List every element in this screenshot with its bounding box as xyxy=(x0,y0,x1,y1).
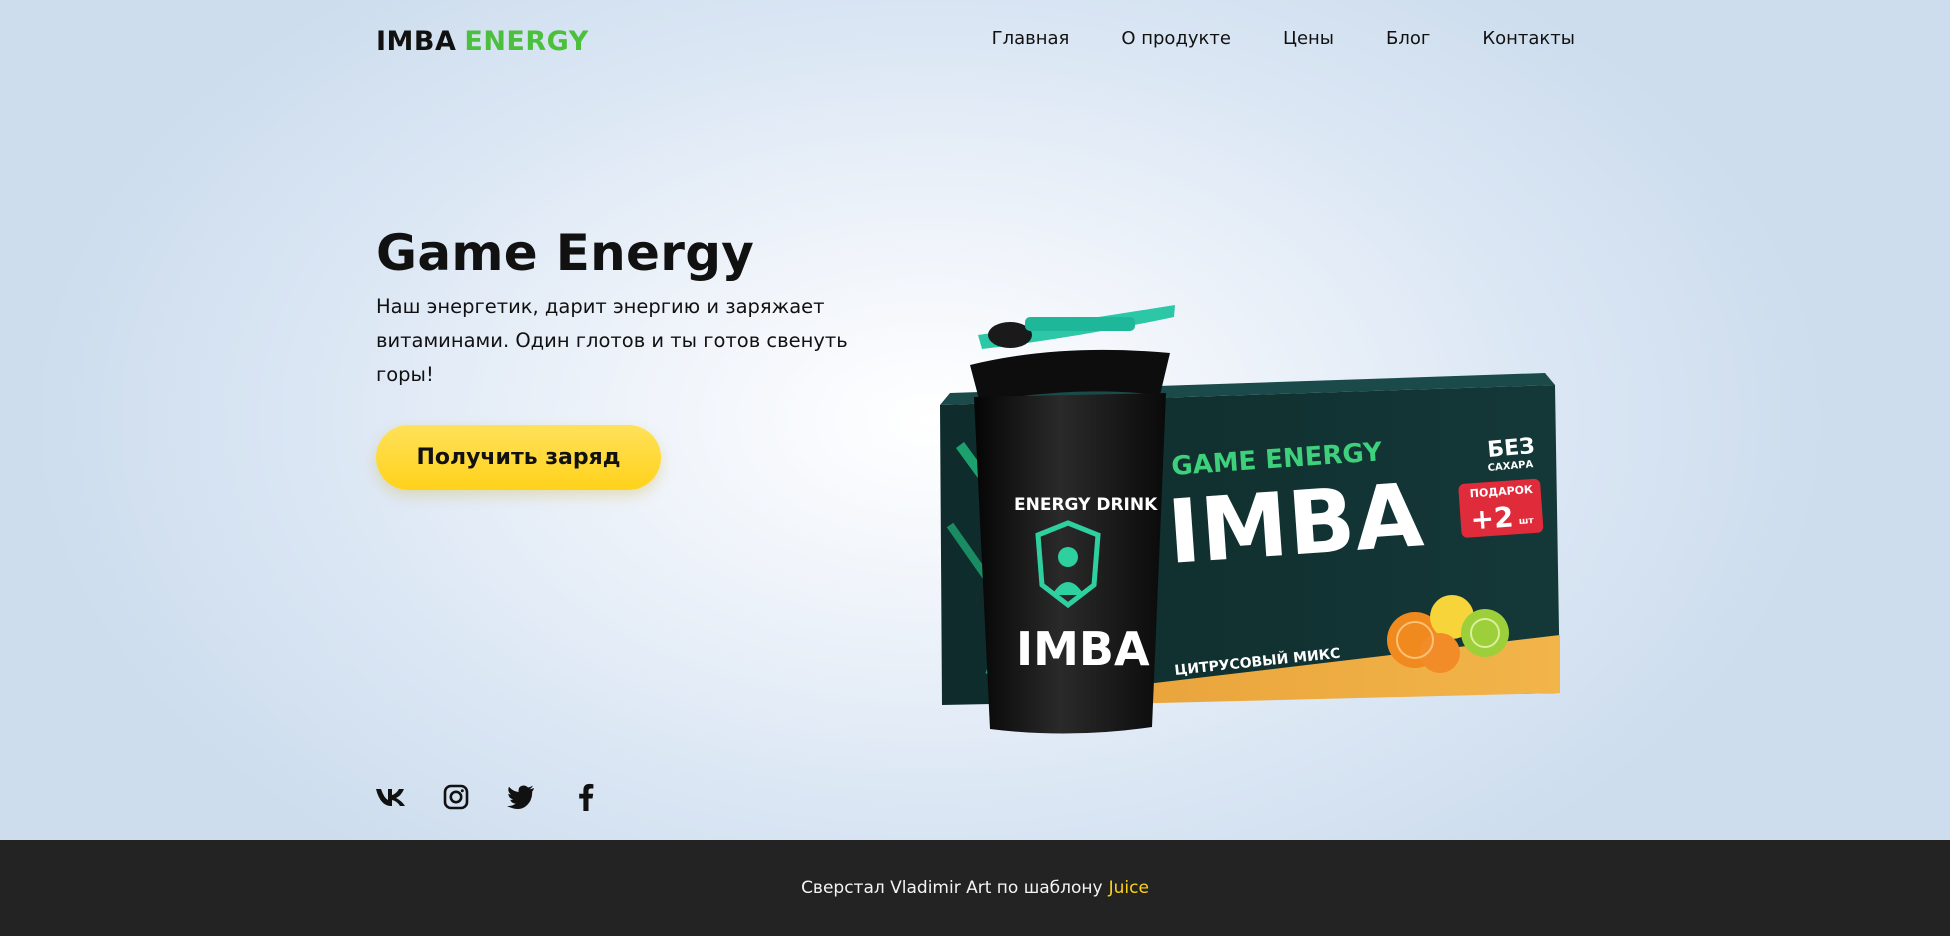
instagram-icon[interactable] xyxy=(441,782,471,812)
get-charge-button[interactable]: Получить заряд xyxy=(376,425,661,490)
nav-item-prices[interactable]: Цены xyxy=(1283,28,1334,49)
nav-item-contacts[interactable]: Контакты xyxy=(1482,28,1575,49)
footer-credit-text: Сверстал Vladimir Art по шаблону xyxy=(801,878,1103,898)
facebook-icon[interactable] xyxy=(571,782,601,812)
gift-value: +2 xyxy=(1469,500,1514,536)
nav-item-about[interactable]: О продукте xyxy=(1121,28,1231,49)
box-logo: IMBA xyxy=(1164,463,1426,584)
social-links xyxy=(376,782,601,812)
brand-logo-part1: IMBA xyxy=(376,26,457,57)
nav-item-blog[interactable]: Блог xyxy=(1386,28,1430,49)
hero-description: Наш энергетик, дарит энергию и заряжает … xyxy=(376,295,848,386)
shaker-logo: IMBA xyxy=(1016,622,1150,676)
brand-logo-part2: ENERGY xyxy=(464,26,589,57)
vk-icon[interactable] xyxy=(376,782,406,812)
brand-logo[interactable]: IMBA ENERGY xyxy=(376,26,589,57)
product-shaker: ENERGY DRINK IMBA xyxy=(970,305,1175,734)
hero-title: Game Energy xyxy=(376,224,755,282)
shaker-label: ENERGY DRINK xyxy=(1014,495,1158,515)
gift-unit: шт xyxy=(1519,516,1535,527)
gift-badge: ПОДАРОК +2 шт xyxy=(1458,478,1544,538)
footer: Сверстал Vladimir Art по шаблону Juice xyxy=(0,840,1950,936)
product-image: GAME ENERGY IMBA БЕЗ САХАРА ПОДАРОК +2 ш… xyxy=(940,305,1560,734)
main-nav: Главная О продукте Цены Блог Контакты xyxy=(992,28,1575,49)
twitter-icon[interactable] xyxy=(506,782,536,812)
nav-item-home[interactable]: Главная xyxy=(992,28,1070,49)
page: IMBA ENERGY Главная О продукте Цены Блог … xyxy=(0,0,1950,840)
footer-template-link[interactable]: Juice xyxy=(1109,878,1149,898)
